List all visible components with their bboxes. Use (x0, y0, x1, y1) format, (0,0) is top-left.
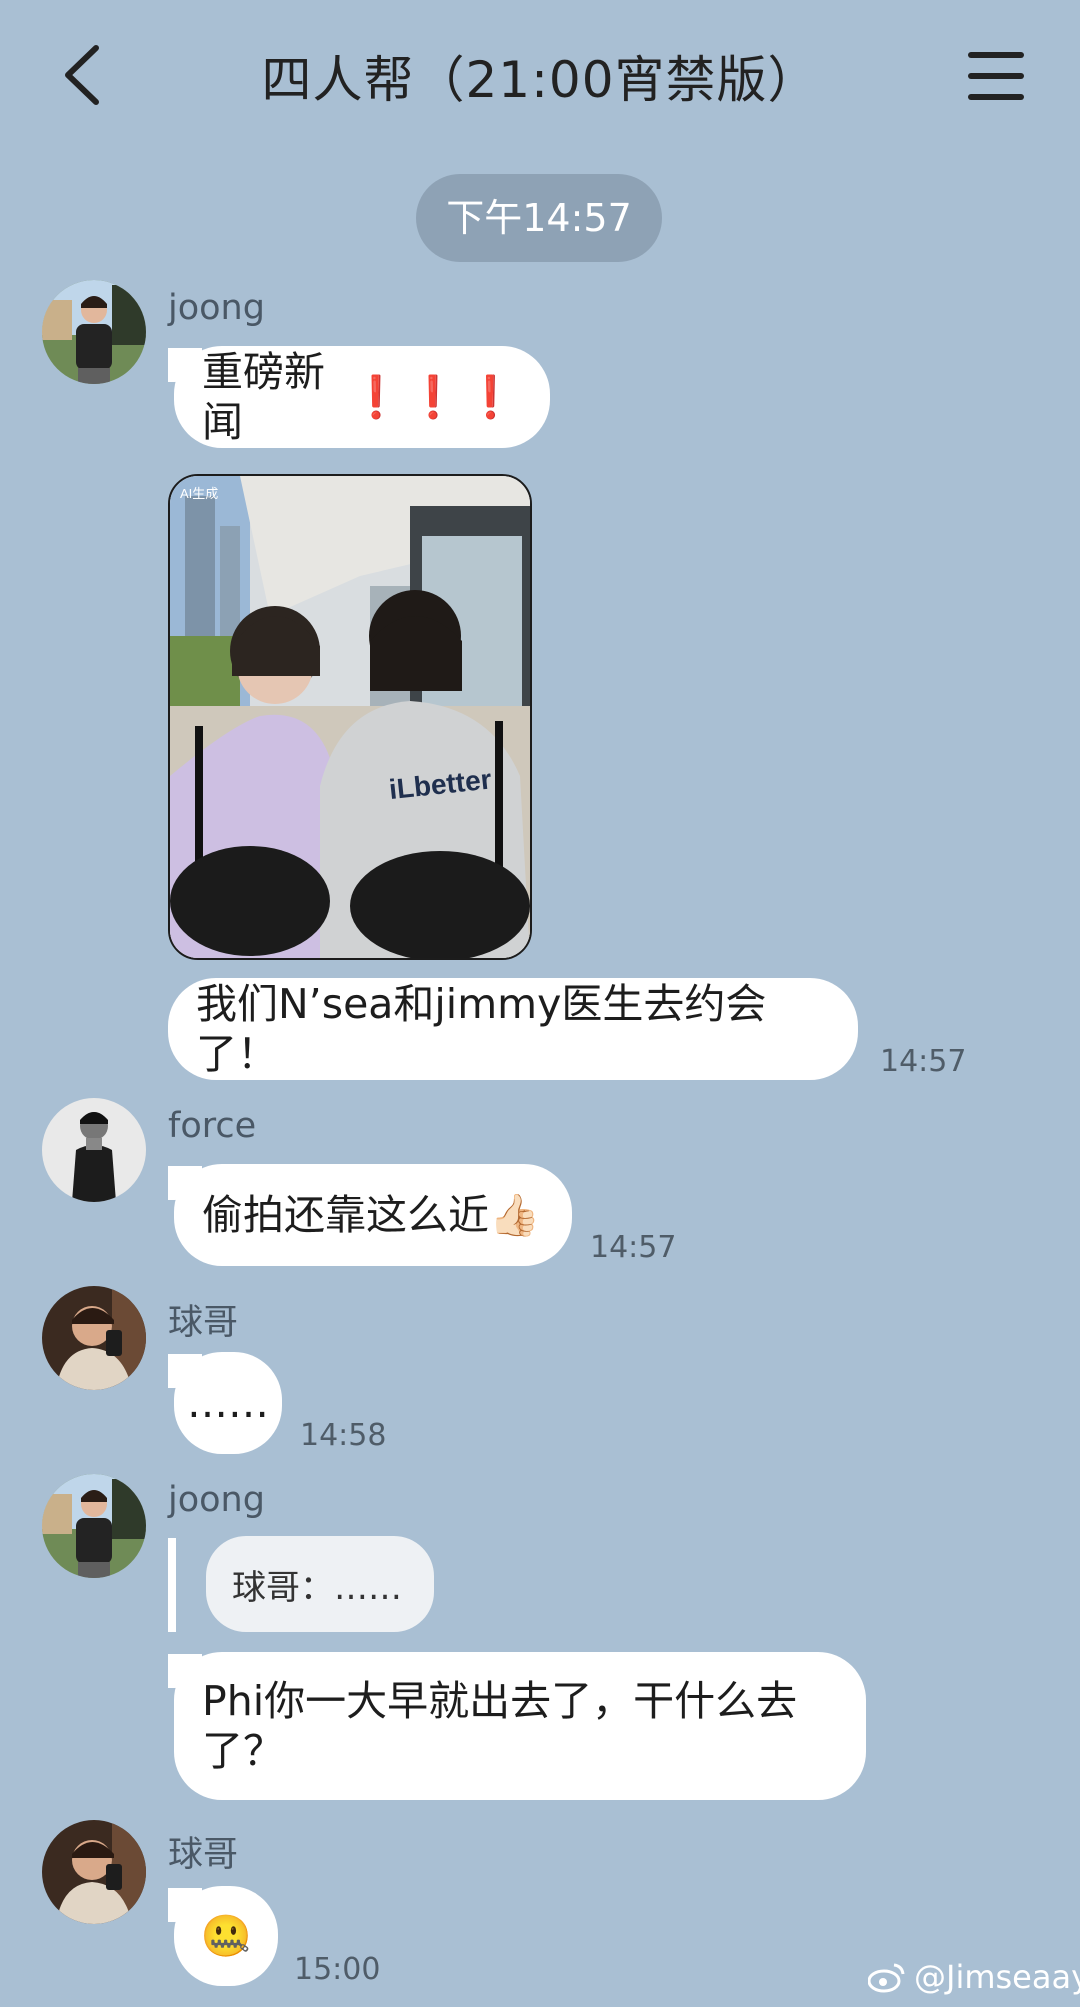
message-text-line-2: 了？ (202, 1727, 284, 1775)
message-bubble[interactable]: Phi你一大早就出去了，干什么去 了？ (168, 1652, 866, 1800)
quoted-message[interactable]: 球哥：…… (206, 1536, 434, 1632)
avatar-joong[interactable] (42, 1474, 146, 1578)
message-bubble[interactable]: 重磅新闻 ❗❗❗ (168, 346, 550, 448)
message-time: 14:57 (590, 1230, 677, 1265)
sender-name: 球哥 (168, 1303, 239, 1343)
sender-name: force (168, 1106, 257, 1146)
menu-icon[interactable] (968, 52, 1024, 100)
avatar-joong[interactable] (42, 280, 146, 384)
sender-name: joong (168, 288, 265, 328)
watermark-text: @Jimseaay (914, 1958, 1080, 1996)
sender-name: joong (168, 1480, 265, 1520)
message-time: 14:57 (880, 1044, 967, 1079)
message-bubble[interactable]: 🤐 (168, 1886, 278, 1986)
message-text: 我们N’sea和jimmy医生去约会了！ (196, 980, 767, 1078)
top-bar: 四人帮（21:00宵禁版） (0, 0, 1080, 150)
message-bubble[interactable]: 我们N’sea和jimmy医生去约会了！ (168, 978, 858, 1080)
quoted-text: 球哥：…… (232, 1567, 402, 1608)
avatar-force[interactable] (42, 1098, 146, 1202)
sender-name: 球哥 (168, 1835, 239, 1875)
avatar-qiuge[interactable] (42, 1820, 146, 1924)
time-divider: 下午14:57 (416, 174, 662, 262)
photo-message[interactable]: iLbetter AI生成 (168, 474, 532, 960)
ai-badge: AI生成 (180, 486, 218, 501)
message-bubble[interactable]: 偷拍还靠这么近👍🏻 (168, 1164, 572, 1266)
quote-bar (168, 1538, 176, 1632)
message-time: 14:58 (300, 1418, 387, 1453)
avatar-qiuge[interactable] (42, 1286, 146, 1390)
message-text-line-1: Phi你一大早就出去了，干什么去 (202, 1677, 798, 1725)
message-time: 15:00 (294, 1952, 381, 1987)
exclamation-icon: ❗❗❗ (350, 373, 522, 421)
message-text: 偷拍还靠这么近👍🏻 (202, 1191, 541, 1239)
message-text: …… (187, 1379, 269, 1427)
message-bubble[interactable]: …… (168, 1352, 282, 1454)
watermark: @Jimseaay (868, 1958, 1080, 1996)
chat-title: 四人帮（21:00宵禁版） (261, 51, 819, 109)
weibo-icon (868, 1963, 905, 1993)
zipper-mouth-emoji-icon: 🤐 (200, 1912, 252, 1960)
message-text: 重磅新闻 (202, 348, 325, 446)
